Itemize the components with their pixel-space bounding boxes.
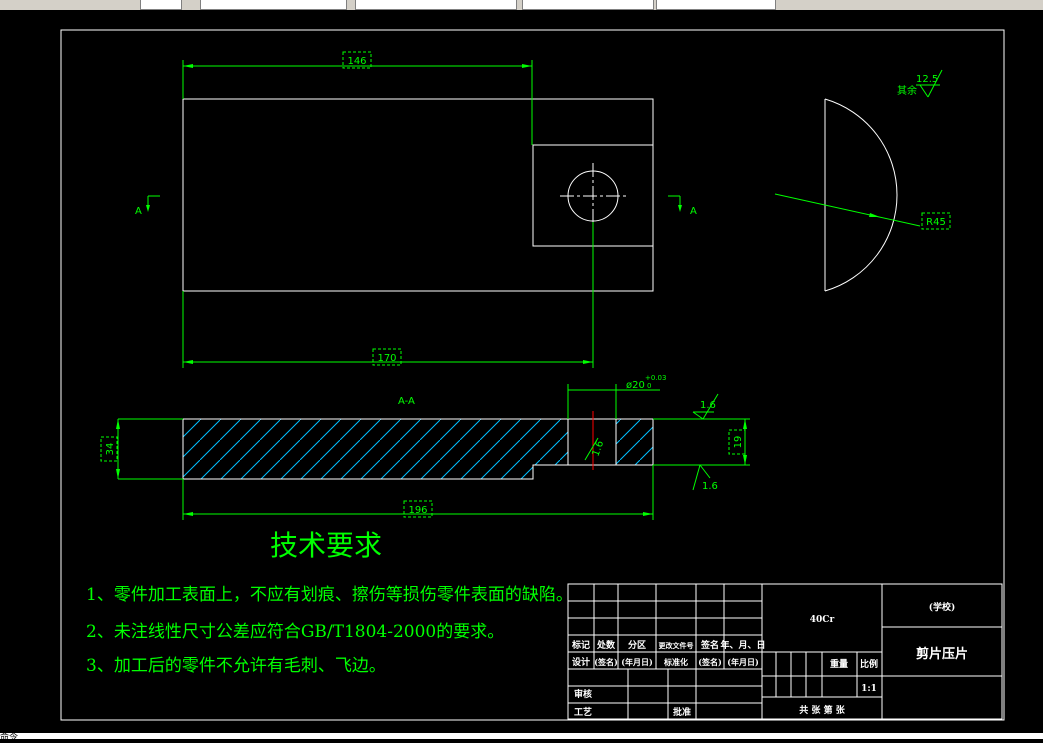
dim-hole-tol-lower: 0 [647, 382, 651, 390]
design-sign: (签名) [594, 657, 618, 667]
header-date: 年、月、日 [720, 639, 765, 651]
sheets-label: 共 张 第 张 [799, 704, 845, 716]
dim-thickness: 34 [105, 443, 116, 456]
section-marker-right: A [690, 206, 697, 217]
dim-top-width: 146 [347, 56, 366, 67]
command-line[interactable]: 命令 [0, 733, 1043, 743]
roughness-top: 1.6 [700, 400, 716, 411]
tech-requirements-title: 技术要求 [270, 529, 382, 562]
dim-section-length: 196 [408, 505, 427, 516]
roughness-other: 12.5 [916, 74, 938, 85]
tech-requirement-1: 1、零件加工表面上，不应有划痕、擦伤等损伤零件表面的缺陷。 [86, 585, 573, 605]
dim-bottom-length: 170 [377, 353, 396, 364]
school: (学校) [929, 601, 956, 613]
std-date: (年月日) [727, 657, 759, 667]
tech-requirement-2: 2、未注线性尺寸公差应符合GB/T1804-2000的要求。 [86, 622, 504, 642]
dim-hole-tol-upper: +0.03 [645, 374, 666, 382]
tech-requirements: 技术要求 1、零件加工表面上，不应有划痕、擦伤等损伤零件表面的缺陷。 2、未注线… [86, 529, 573, 676]
scale-label: 比例 [860, 658, 878, 670]
section-marker-left: A [135, 206, 142, 217]
material: 40Cr [810, 615, 835, 625]
standardization: 标准化 [663, 657, 688, 667]
cad-drawing-canvas[interactable]: 146 170 A A R45 12.5 其余 A-A 34 19 ø20 +0… [0, 0, 1043, 739]
side-view: R45 12.5 其余 [774, 69, 951, 292]
approve-label: 批准 [673, 706, 691, 718]
part-name: 剪片压片 [916, 646, 968, 662]
design-date: (年月日) [621, 657, 653, 667]
roughness-other-label: 其余 [897, 84, 917, 97]
review-label: 审核 [574, 688, 592, 700]
dim-step-height: 19 [733, 436, 744, 449]
header-mark: 标记 [571, 639, 590, 651]
design-label: 设计 [572, 656, 590, 668]
header-sign: 签名 [700, 639, 719, 651]
header-count: 处数 [596, 639, 616, 651]
std-sign: (签名) [698, 657, 722, 667]
command-label: 命令 [0, 733, 19, 743]
title-block-text: 40Cr (学校) 剪片压片 标记 处数 分区 更改文件号 签名 年、月、日 设… [571, 601, 968, 718]
process-label: 工艺 [574, 706, 592, 718]
section-view-title: A-A [398, 396, 415, 407]
tech-requirement-3: 3、加工后的零件不允许有毛刺、飞边。 [86, 656, 386, 676]
weight-label: 重量 [830, 658, 848, 670]
roughness-bottom: 1.6 [702, 481, 718, 492]
header-change-doc: 更改文件号 [659, 641, 694, 650]
dim-hole-dia: ø20 [626, 380, 645, 391]
top-view: 146 170 A A [135, 51, 697, 368]
scale-value: 1:1 [861, 684, 877, 694]
header-zone: 分区 [628, 639, 646, 651]
dim-radius: R45 [926, 217, 946, 228]
section-view: A-A 34 19 ø20 +0.03 0 1.6 1.6 1.6 196 [100, 374, 750, 520]
